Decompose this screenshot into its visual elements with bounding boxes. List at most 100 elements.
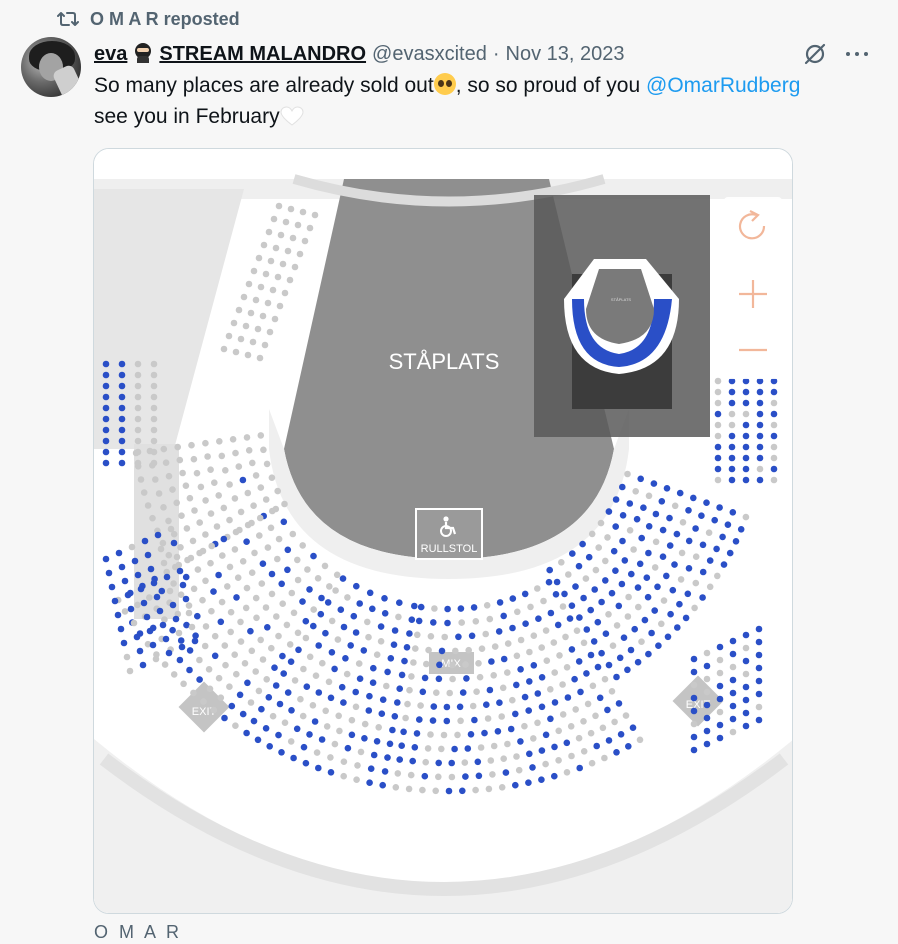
seat[interactable]: [417, 603, 425, 611]
seat[interactable]: [628, 570, 635, 578]
seat[interactable]: [551, 772, 558, 780]
seat[interactable]: [476, 673, 484, 681]
seat[interactable]: [624, 666, 631, 674]
seat[interactable]: [716, 734, 724, 742]
seat[interactable]: [264, 299, 272, 307]
seat[interactable]: [188, 441, 195, 449]
seat[interactable]: [716, 695, 724, 703]
seat[interactable]: [632, 488, 639, 495]
seat[interactable]: [276, 700, 284, 708]
seat[interactable]: [728, 454, 736, 462]
seat[interactable]: [294, 221, 302, 229]
seat[interactable]: [215, 492, 222, 499]
seat[interactable]: [577, 688, 584, 696]
seat[interactable]: [576, 764, 583, 772]
seat[interactable]: [377, 638, 385, 645]
seat[interactable]: [260, 241, 268, 249]
seat[interactable]: [567, 723, 575, 730]
seat[interactable]: [282, 218, 290, 226]
seat[interactable]: [206, 685, 214, 693]
seat[interactable]: [625, 593, 632, 601]
seat[interactable]: [232, 722, 239, 729]
seat[interactable]: [134, 571, 142, 579]
seat[interactable]: [268, 474, 276, 482]
seat[interactable]: [690, 720, 698, 728]
seat[interactable]: [180, 680, 187, 688]
seat[interactable]: [580, 748, 588, 755]
seat[interactable]: [286, 276, 294, 284]
display-name[interactable]: eva STREAM MALANDRO: [94, 42, 366, 66]
seat[interactable]: [635, 603, 642, 611]
seat[interactable]: [457, 717, 464, 725]
seat[interactable]: [475, 660, 482, 667]
seat[interactable]: [153, 593, 161, 601]
seat[interactable]: [102, 393, 110, 401]
seat[interactable]: [638, 638, 645, 645]
seat[interactable]: [215, 674, 223, 682]
seat[interactable]: [563, 739, 571, 747]
seat[interactable]: [729, 509, 737, 516]
seat[interactable]: [737, 526, 745, 533]
seat[interactable]: [267, 257, 275, 265]
seat[interactable]: [321, 562, 329, 570]
seat[interactable]: [213, 523, 221, 530]
seat[interactable]: [619, 512, 627, 519]
seat[interactable]: [756, 410, 764, 418]
seat[interactable]: [441, 633, 449, 641]
seat[interactable]: [288, 707, 295, 714]
seat[interactable]: [387, 655, 395, 662]
seat[interactable]: [347, 642, 354, 649]
seat[interactable]: [423, 660, 430, 668]
seat[interactable]: [229, 436, 237, 443]
seat[interactable]: [159, 621, 167, 629]
seat[interactable]: [475, 772, 483, 780]
seat[interactable]: [729, 689, 737, 697]
seat[interactable]: [652, 538, 660, 546]
seat[interactable]: [553, 578, 561, 586]
seat[interactable]: [149, 514, 156, 522]
seat[interactable]: [261, 341, 269, 349]
seat[interactable]: [273, 613, 280, 620]
seat[interactable]: [643, 574, 651, 581]
seat[interactable]: [742, 388, 750, 396]
seat[interactable]: [258, 580, 266, 587]
seat[interactable]: [255, 687, 263, 695]
seat[interactable]: [703, 675, 711, 683]
seat[interactable]: [504, 740, 511, 748]
seat[interactable]: [221, 714, 228, 722]
seat[interactable]: [633, 515, 641, 523]
seat[interactable]: [348, 731, 356, 739]
seat[interactable]: [379, 696, 387, 703]
seat[interactable]: [728, 465, 736, 473]
seat[interactable]: [490, 742, 498, 750]
seat[interactable]: [671, 502, 679, 510]
seat[interactable]: [147, 565, 155, 573]
seat[interactable]: [684, 590, 692, 598]
seat[interactable]: [297, 695, 304, 703]
seat[interactable]: [604, 534, 611, 541]
seat[interactable]: [179, 469, 186, 477]
seat[interactable]: [190, 455, 198, 463]
seat[interactable]: [102, 448, 110, 456]
seat[interactable]: [742, 443, 750, 451]
seat[interactable]: [263, 460, 271, 468]
seat[interactable]: [150, 448, 158, 456]
seat[interactable]: [280, 518, 288, 526]
seat[interactable]: [538, 776, 545, 783]
seat[interactable]: [176, 656, 184, 664]
seat[interactable]: [175, 629, 183, 637]
seat[interactable]: [215, 571, 222, 579]
seat[interactable]: [543, 657, 551, 664]
seat[interactable]: [252, 296, 260, 304]
seat[interactable]: [561, 590, 568, 598]
seat[interactable]: [391, 627, 399, 634]
seat[interactable]: [322, 707, 329, 715]
seat[interactable]: [271, 664, 278, 671]
seat[interactable]: [208, 607, 215, 615]
zoom-out-button[interactable]: [724, 321, 782, 379]
seat[interactable]: [664, 633, 672, 641]
seat[interactable]: [559, 681, 566, 688]
seat[interactable]: [243, 729, 250, 737]
seat[interactable]: [233, 594, 240, 601]
seat[interactable]: [550, 639, 558, 646]
